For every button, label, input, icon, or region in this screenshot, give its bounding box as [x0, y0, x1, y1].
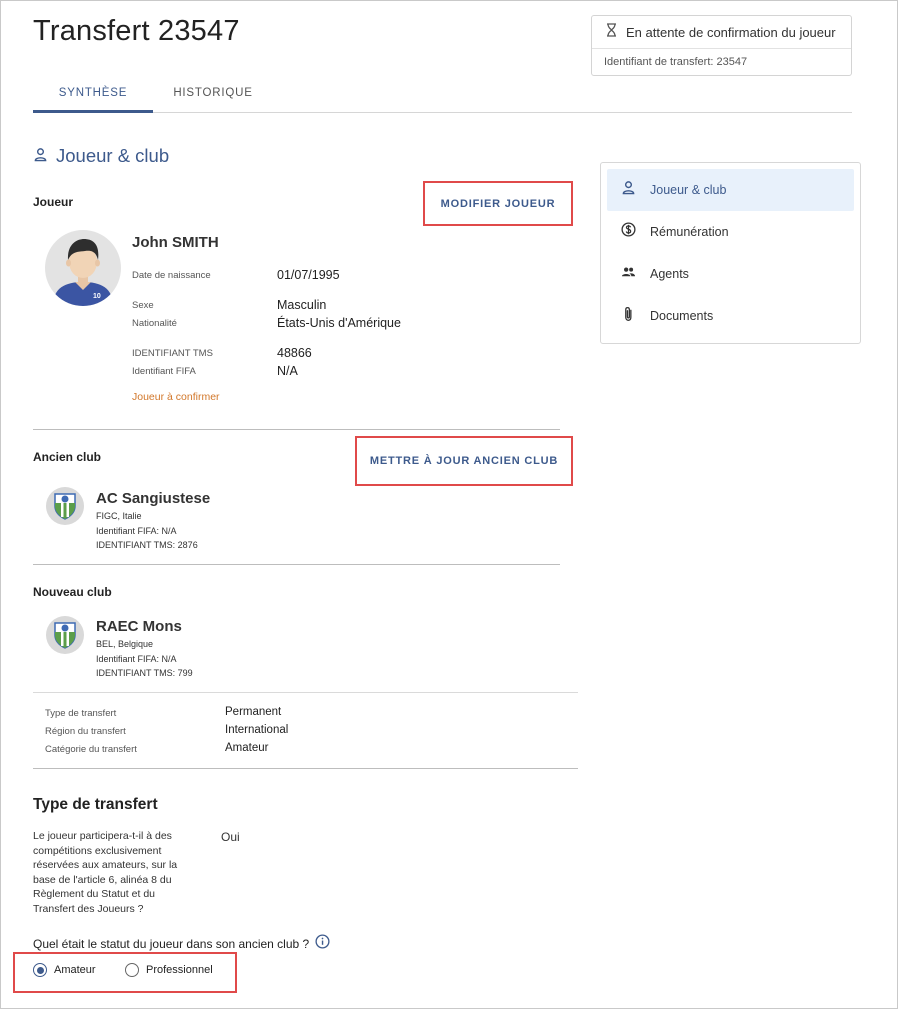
professionnel-option-label: Professionnel	[146, 964, 213, 976]
birth-value: 01/07/1995	[277, 268, 340, 282]
transfer-type-value: Permanent	[225, 706, 282, 718]
amateur-answer: Oui	[221, 830, 240, 844]
modifier-joueur-button[interactable]: MODIFIER JOUEUR	[425, 183, 571, 224]
side-nav-label: Documents	[650, 309, 714, 323]
side-nav-joueur-club[interactable]: Joueur & club	[607, 169, 854, 211]
tab-historique[interactable]: HISTORIQUE	[163, 87, 263, 99]
paperclip-icon	[621, 306, 636, 327]
new-club-name: RAEC Mons	[96, 618, 182, 635]
player-divider	[33, 429, 560, 430]
player-status-text: Joueur à confirmer	[132, 391, 220, 403]
active-tab-indicator	[33, 110, 153, 113]
professionnel-radio[interactable]	[125, 963, 139, 977]
status-card: En attente de confirmation du joueur Ide…	[591, 15, 852, 76]
side-nav-remuneration[interactable]: Rémunération	[607, 211, 854, 253]
transfer-region-label: Région du transfert	[45, 726, 126, 737]
section-title-label: Joueur & club	[56, 145, 170, 166]
new-club-federation: BEL, Belgique	[96, 639, 154, 649]
group-icon	[621, 264, 636, 284]
club-crest-icon	[54, 493, 76, 520]
old-club-meta: FIGC, Italie Identifiant FIFA: N/A IDENT…	[96, 509, 198, 553]
transfer-type-section-title: Type de transfert	[33, 796, 158, 813]
nationality-label: Nationalité	[132, 318, 177, 329]
side-nav-label: Joueur & club	[650, 183, 727, 197]
side-nav-documents[interactable]: Documents	[607, 295, 854, 337]
person-icon	[621, 180, 636, 200]
question-line: réservées aux amateurs, sur la	[33, 859, 178, 872]
side-nav-agents[interactable]: Agents	[607, 253, 854, 295]
tabs-divider	[33, 112, 852, 113]
hourglass-icon	[606, 22, 617, 42]
fifa-label: Identifiant FIFA	[132, 366, 196, 377]
old-club-tms: IDENTIFIANT TMS: 2876	[96, 540, 198, 550]
birth-label: Date de naissance	[132, 270, 211, 281]
transfer-id: Identifiant de transfert: 23547	[604, 56, 748, 68]
player-name: John SMITH	[132, 234, 219, 251]
old-club-name: AC Sangiustese	[96, 490, 211, 507]
amateur-option-label: Amateur	[54, 964, 96, 976]
dollar-icon	[621, 222, 636, 242]
transfer-category-value: Amateur	[225, 742, 269, 754]
old-club-divider	[33, 564, 560, 565]
transfer-info-divider	[33, 768, 578, 769]
status-label: En attente de confirmation du joueur	[626, 24, 836, 40]
page-title: Transfert 23547	[33, 15, 240, 47]
transfer-category-label: Catégorie du transfert	[45, 744, 137, 755]
tms-value: 48866	[277, 346, 312, 360]
question-line: Le joueur participera-t-il à des	[33, 830, 172, 842]
new-club-tms: IDENTIFIANT TMS: 799	[96, 668, 193, 678]
old-club-heading: Ancien club	[33, 450, 102, 464]
fifa-value: N/A	[277, 364, 298, 378]
section-title: Joueur & club	[33, 145, 169, 167]
question-line: Règlement du Statut et du	[33, 888, 155, 901]
old-club-fifa: Identifiant FIFA: N/A	[96, 525, 177, 536]
amateur-radio[interactable]	[33, 963, 47, 977]
transfer-type-label: Type de transfert	[45, 708, 117, 719]
side-nav-label: Rémunération	[650, 225, 729, 239]
question-line: Transfert des Joueurs ?	[33, 902, 144, 915]
status-question-row: Quel était le statut du joueur dans son …	[33, 934, 330, 954]
player-heading: Joueur	[33, 195, 74, 209]
tms-label: IDENTIFIANT TMS	[132, 348, 213, 359]
amateur-question: Le joueur participera-t-il à des compéti…	[33, 829, 193, 917]
club-crest-icon	[54, 622, 76, 649]
new-club-heading: Nouveau club	[33, 585, 112, 599]
avatar: 10	[45, 230, 121, 306]
question-line: compétitions exclusivement	[33, 844, 162, 857]
sex-value: Masculin	[277, 298, 327, 312]
old-club-federation: FIGC, Italie	[96, 511, 142, 521]
status-question: Quel était le statut du joueur dans son …	[33, 937, 310, 951]
sex-label: Sexe	[132, 300, 154, 311]
nationality-value: États-Unis d'Amérique	[277, 316, 401, 330]
new-club-inner-divider	[33, 692, 578, 693]
status-row: En attente de confirmation du joueur	[592, 16, 851, 49]
option-amateur[interactable]: Amateur	[33, 963, 96, 977]
update-old-club-button[interactable]: METTRE À JOUR ANCIEN CLUB	[357, 438, 571, 484]
person-icon	[33, 145, 48, 167]
old-club-logo	[46, 487, 84, 525]
new-club-meta: BEL, Belgique Identifiant FIFA: N/A IDEN…	[96, 637, 193, 681]
new-club-logo	[46, 616, 84, 654]
jersey-number: 10	[93, 293, 101, 300]
new-club-fifa: Identifiant FIFA: N/A	[96, 653, 177, 664]
side-nav-label: Agents	[650, 267, 689, 281]
info-icon[interactable]	[315, 934, 330, 954]
option-professionnel[interactable]: Professionnel	[125, 963, 213, 977]
question-line: base de l'article 6, alinéa 8 du	[33, 873, 172, 886]
transfer-region-value: International	[225, 724, 289, 736]
player-avatar-icon: 10	[53, 239, 113, 306]
tab-synthese[interactable]: SYNTHÈSE	[33, 87, 153, 99]
side-nav: Joueur & club Rémunération Agents Docume…	[600, 162, 861, 344]
